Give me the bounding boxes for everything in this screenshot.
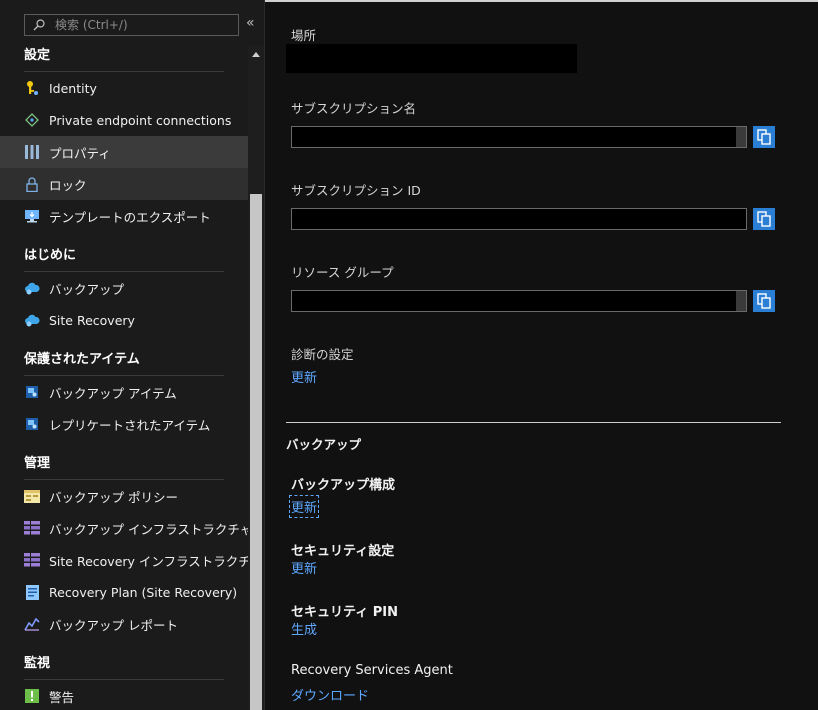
sidebar-item-label: Identity bbox=[49, 80, 97, 96]
group-title-manage: 管理 bbox=[24, 448, 224, 480]
search-box[interactable] bbox=[24, 14, 239, 36]
infrastructure-icon bbox=[24, 552, 40, 568]
backup-config-title: バックアップ構成 bbox=[291, 478, 396, 493]
lock-icon bbox=[24, 176, 40, 192]
subscription-id-label: サブスクリプション ID bbox=[291, 183, 421, 198]
sidebar-item-backup[interactable]: バックアップ bbox=[0, 272, 248, 304]
sidebar-item-label: 警告 bbox=[49, 689, 75, 705]
sidebar-item-recovery-plan[interactable]: Recovery Plan (Site Recovery) bbox=[0, 576, 248, 608]
diagnostics-update-link[interactable]: 更新 bbox=[291, 367, 317, 386]
endpoint-icon bbox=[24, 112, 40, 128]
sidebar-item-label: バックアップ アイテム bbox=[49, 385, 177, 401]
sidebar-item-alerts[interactable]: 警告 bbox=[0, 680, 248, 710]
sidebar-item-backup-items[interactable]: バックアップ アイテム bbox=[0, 376, 248, 408]
subscription-id-field[interactable] bbox=[291, 208, 747, 230]
cloud-recovery-icon bbox=[24, 312, 40, 328]
sidebar-item-label: Site Recovery インフラストラクチャ bbox=[49, 553, 264, 569]
properties-icon bbox=[24, 144, 40, 160]
sidebar-item-export-template[interactable]: テンプレートのエクスポート bbox=[0, 200, 248, 232]
group-title-getting-started: はじめに bbox=[24, 240, 224, 272]
export-template-icon bbox=[24, 208, 40, 224]
sidebar-item-label: Recovery Plan (Site Recovery) bbox=[49, 584, 238, 600]
scroll-up-arrow-icon[interactable] bbox=[252, 52, 260, 57]
sidebar-item-label: バックアップ インフラストラクチャ bbox=[49, 521, 253, 537]
sidebar-item-backup-infrastructure[interactable]: バックアップ インフラストラクチャ bbox=[0, 512, 252, 544]
sidebar-item-backup-policy[interactable]: バックアップ ポリシー bbox=[0, 480, 248, 512]
recovery-plan-icon bbox=[24, 584, 40, 600]
sidebar-item-identity[interactable]: Identity bbox=[0, 72, 248, 104]
sidebar: « 設定 Identity Private endpoint connectio… bbox=[0, 0, 265, 710]
diagnostics-label: 診断の設定 bbox=[291, 347, 354, 362]
sidebar-scrollbar[interactable] bbox=[248, 46, 264, 710]
section-divider bbox=[286, 422, 781, 423]
sidebar-item-label: レプリケートされたアイテム bbox=[49, 417, 211, 433]
sidebar-item-backup-report[interactable]: バックアップ レポート bbox=[0, 608, 248, 640]
search-input[interactable] bbox=[53, 17, 227, 33]
replicated-items-icon bbox=[24, 416, 40, 432]
key-icon bbox=[24, 80, 40, 96]
cloud-backup-icon bbox=[24, 280, 40, 296]
group-title-settings: 設定 bbox=[24, 40, 224, 72]
group-title-monitoring: 監視 bbox=[24, 648, 224, 680]
sidebar-item-site-recovery-infrastructure[interactable]: Site Recovery インフラストラクチャ bbox=[0, 544, 263, 576]
copy-subscription-id-button[interactable] bbox=[753, 208, 775, 230]
policy-icon bbox=[24, 488, 40, 504]
group-title-protected-items: 保護されたアイテム bbox=[24, 344, 224, 376]
copy-resource-group-button[interactable] bbox=[753, 290, 775, 312]
properties-panel: 場所 サブスクリプション名 サブスクリプション ID リソース グループ 診断の… bbox=[266, 0, 818, 710]
security-pin-title: セキュリティ PIN bbox=[291, 605, 398, 620]
agent-download-link[interactable]: ダウンロード bbox=[291, 685, 369, 704]
alert-icon bbox=[24, 688, 40, 704]
security-pin-generate-link[interactable]: 生成 bbox=[291, 619, 317, 638]
subscription-name-field[interactable] bbox=[291, 126, 747, 148]
security-settings-title: セキュリティ設定 bbox=[291, 544, 395, 559]
sidebar-nav: 設定 Identity Private endpoint connections… bbox=[0, 40, 263, 710]
sidebar-item-replicated-items[interactable]: レプリケートされたアイテム bbox=[0, 408, 248, 440]
sidebar-item-label: バックアップ ポリシー bbox=[49, 489, 178, 505]
sidebar-item-site-recovery[interactable]: Site Recovery bbox=[0, 304, 248, 336]
sidebar-item-label: ロック bbox=[49, 177, 87, 193]
security-settings-update-link[interactable]: 更新 bbox=[291, 558, 317, 577]
sidebar-item-label: プロパティ bbox=[49, 145, 111, 161]
search-icon bbox=[33, 19, 45, 31]
sidebar-item-properties[interactable]: プロパティ bbox=[0, 136, 248, 168]
resource-group-label: リソース グループ bbox=[291, 265, 394, 280]
infrastructure-icon bbox=[24, 520, 40, 536]
backup-items-icon bbox=[24, 384, 40, 400]
copy-icon bbox=[757, 293, 771, 309]
subscription-name-label: サブスクリプション名 bbox=[291, 101, 417, 116]
location-value-redacted bbox=[286, 44, 577, 73]
sidebar-item-label: テンプレートのエクスポート bbox=[49, 209, 211, 225]
backup-config-update-link[interactable]: 更新 bbox=[288, 495, 320, 518]
sidebar-item-label: Private endpoint connections bbox=[49, 112, 232, 128]
agent-title: Recovery Services Agent bbox=[291, 663, 453, 678]
copy-subscription-name-button[interactable] bbox=[753, 126, 775, 148]
backup-section-title: バックアップ bbox=[286, 437, 362, 452]
sidebar-item-lock[interactable]: ロック bbox=[0, 168, 248, 200]
copy-icon bbox=[757, 129, 771, 145]
location-label: 場所 bbox=[291, 28, 317, 43]
resource-group-field[interactable] bbox=[291, 290, 747, 312]
sidebar-item-label: バックアップ bbox=[49, 281, 125, 297]
copy-icon bbox=[757, 211, 771, 227]
sidebar-item-label: バックアップ レポート bbox=[49, 617, 178, 633]
report-icon bbox=[24, 616, 40, 632]
collapse-sidebar-icon[interactable]: « bbox=[246, 15, 255, 31]
scrollbar-thumb[interactable] bbox=[250, 194, 262, 710]
sidebar-item-private-endpoint[interactable]: Private endpoint connections bbox=[0, 104, 248, 136]
sidebar-item-label: Site Recovery bbox=[49, 312, 135, 328]
